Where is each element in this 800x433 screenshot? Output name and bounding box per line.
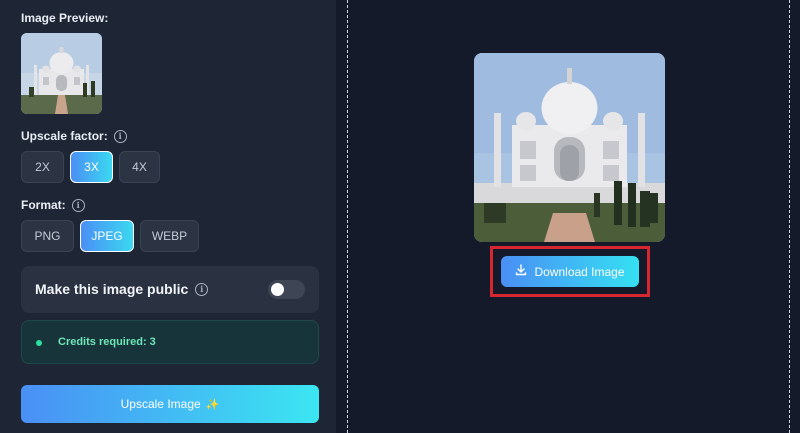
format-option-jpeg[interactable]: JPEG bbox=[80, 220, 134, 252]
info-icon[interactable]: i bbox=[71, 198, 85, 212]
taj-mahal-result-image bbox=[474, 53, 665, 242]
credits-text: Credits required: 3 bbox=[58, 336, 156, 348]
taj-mahal-thumbnail-image bbox=[21, 33, 102, 114]
image-preview-thumbnail bbox=[21, 33, 102, 114]
sparkles-icon: ✨ bbox=[205, 398, 220, 411]
toggle-knob bbox=[271, 283, 284, 296]
upscale-image-button[interactable]: Upscale Image ✨ bbox=[21, 385, 319, 423]
public-toggle-row: Make this image public i bbox=[21, 266, 319, 313]
upscale-option-4x[interactable]: 4X bbox=[119, 151, 160, 183]
status-dot-icon bbox=[36, 340, 42, 346]
upscale-factor-label: Upscale factor: i bbox=[21, 129, 127, 143]
format-option-png[interactable]: PNG bbox=[21, 220, 74, 252]
download-icon bbox=[515, 264, 527, 279]
settings-panel: Image Preview: Upscale factor: i 2X 3X 4… bbox=[0, 0, 336, 433]
credits-notice: Credits required: 3 bbox=[21, 320, 319, 364]
upscaled-result-image bbox=[474, 53, 665, 242]
format-option-webp[interactable]: WEBP bbox=[140, 220, 199, 252]
upscale-option-2x[interactable]: 2X bbox=[21, 151, 64, 183]
public-toggle-switch[interactable] bbox=[268, 280, 305, 299]
download-image-button[interactable]: Download Image bbox=[501, 256, 639, 287]
image-preview-label: Image Preview: bbox=[21, 11, 109, 25]
dropzone-border-left bbox=[347, 0, 348, 433]
dropzone-border-right bbox=[789, 0, 790, 433]
public-toggle-label: Make this image public i bbox=[35, 281, 209, 297]
upscale-option-3x[interactable]: 3X bbox=[70, 151, 113, 183]
info-icon[interactable]: i bbox=[113, 129, 127, 143]
info-icon[interactable]: i bbox=[195, 282, 209, 296]
format-label: Format: i bbox=[21, 198, 85, 212]
